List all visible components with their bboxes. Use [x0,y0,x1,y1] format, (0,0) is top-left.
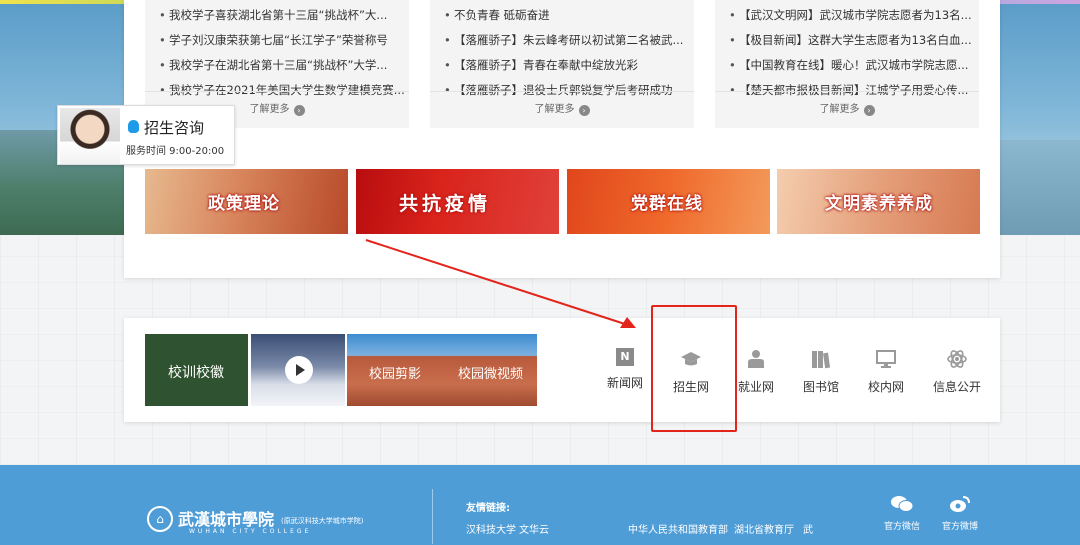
banner-label: 文明素养养成 [825,194,933,214]
news-item[interactable]: 【落雁骄子】朱云峰考研以初试第二名被武... [444,29,694,54]
friend-link[interactable]: 武 [803,521,813,536]
banner-label: 政策理论 [208,194,280,214]
atom-icon [946,348,968,370]
news-list: 不负青春 砥砺奋进 【落雁骄子】朱云峰考研以初试第二名被武... 【落雁骄子】青… [430,0,694,104]
weibo-icon [949,495,971,513]
school-name: 武漢城市學院 [178,510,275,529]
quick-link-label: 新闻网 [606,376,643,390]
news-item[interactable]: 【武汉文明网】武汉城市学院志愿者为13名... [729,4,979,29]
learn-more-label[interactable]: 了解更多 [535,104,575,115]
school-english-name: WUHAN CITY COLLEGE [189,528,312,535]
news-item[interactable]: 【落雁骄子】青春在奉献中绽放光彩 [444,54,694,79]
tile-label: 校训校徽 [168,365,224,381]
quick-link-info-disclosure[interactable]: 信息公开 [929,348,985,395]
books-icon [810,348,832,370]
tile-label-video[interactable]: 校园微视频 [458,363,523,382]
weibo-link[interactable]: 官方微博 [935,495,985,532]
news-item[interactable]: 我校学子在湖北省第十三届“挑战杯”大学... [159,54,409,79]
footer-divider [432,489,433,544]
quick-link-library[interactable]: 图书馆 [793,348,849,395]
friend-link[interactable]: 文华云 [519,521,549,536]
tile-campus-video-play[interactable] [251,334,345,406]
friend-link[interactable]: 中华人民共和国教育部 [628,521,728,536]
quick-link-label: 信息公开 [932,380,981,394]
social-label: 官方微博 [941,522,978,532]
chevron-right-icon: › [293,105,305,116]
monitor-icon [875,348,897,370]
news-list: 【武汉文明网】武汉城市学院志愿者为13名... 【极目新闻】这群大学生志愿者为1… [715,0,979,104]
background-building [1000,140,1080,235]
school-logo-icon: ⌂ [147,506,173,532]
news-list: 我校学子喜获湖北省第十三届“挑战杯”大... 学子刘汉康荣获第七届“长江学子”荣… [145,0,409,104]
banner-fight-epidemic[interactable]: 共抗疫情 [356,169,559,234]
learn-more-link[interactable]: 了解更多 › [430,91,694,127]
news-item[interactable]: 【极目新闻】这群大学生志愿者为13名白血... [729,29,979,54]
highlight-box [651,305,737,432]
learn-more-label[interactable]: 了解更多 [820,104,860,115]
news-item[interactable]: 不负青春 砥砺奋进 [444,4,694,29]
tile-label-photos[interactable]: 校园剪影 [369,363,421,382]
banner-civility[interactable]: 文明素养养成 [777,169,980,234]
chevron-right-icon: › [863,105,875,116]
banner-label: 党群在线 [631,194,703,214]
quick-link-label: 校内网 [867,380,904,394]
news-item[interactable]: 我校学子喜获湖北省第十三届“挑战杯”大... [159,4,409,29]
wechat-link[interactable]: 官方微信 [877,495,927,532]
admission-consult-widget[interactable]: 招生咨询 服务时间 9:00-20:00 [57,105,235,165]
news-column-2: 不负青春 砥砺奋进 【落雁骄子】朱云峰考研以初试第二名被武... 【落雁骄子】青… [430,0,694,128]
friend-link[interactable]: 湖北省教育厅 [734,521,794,536]
consult-title: 招生咨询 [144,119,205,137]
news-item[interactable]: 学子刘汉康荣获第七届“长江学子”荣誉称号 [159,29,409,54]
footer: ⌂ 武漢城市學院 (原武汉科技大学城市学院) WUHAN CITY COLLEG… [0,465,1080,545]
tile-campus-photos[interactable]: 校园剪影 校园微视频 [347,334,537,406]
employment-icon [745,348,767,370]
social-label: 官方微信 [883,522,920,532]
friend-links-title: 友情链接: [466,503,510,514]
learn-more-link[interactable]: 了解更多 › [715,91,979,127]
news-column-3: 【武汉文明网】武汉城市学院志愿者为13名... 【极目新闻】这群大学生志愿者为1… [715,0,979,128]
news-icon: N [616,348,634,366]
school-subtitle: (原武汉科技大学城市学院) [281,517,364,525]
chevron-right-icon: › [578,105,590,116]
banner-label: 共抗疫情 [399,193,492,215]
news-item[interactable]: 【中国教育在线】暖心！武汉城市学院志愿... [729,54,979,79]
quick-link-intranet[interactable]: 校内网 [858,348,914,395]
avatar [60,108,120,164]
learn-more-label[interactable]: 了解更多 [250,104,290,115]
consult-hours: 服务时间 9:00-20:00 [126,146,225,157]
banner-party-online[interactable]: 党群在线 [567,169,770,234]
tile-motto-emblem[interactable]: 校训校徽 [145,334,248,406]
wechat-icon [891,495,914,513]
qq-icon [128,120,139,133]
banner-policy-theory[interactable]: 政策理论 [145,169,348,234]
quick-link-label: 图书馆 [802,380,839,394]
play-icon[interactable] [285,356,313,384]
friend-link[interactable]: 汉科技大学 [466,521,516,536]
quick-link-news[interactable]: N 新闻网 [597,348,653,391]
